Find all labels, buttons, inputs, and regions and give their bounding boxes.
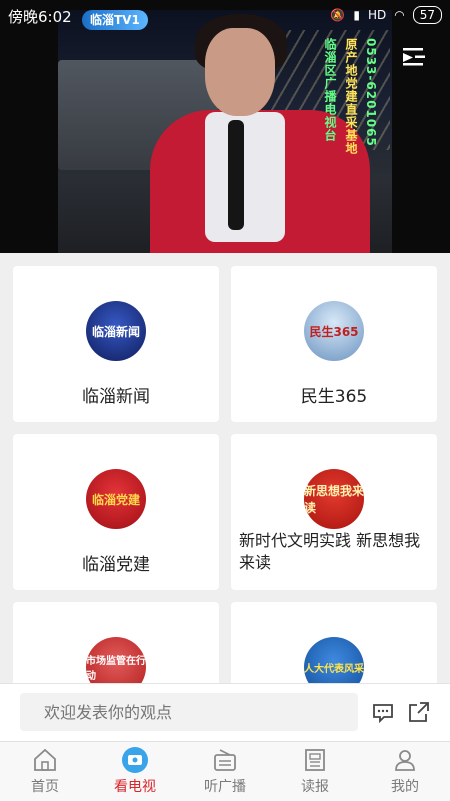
battery-icon: 57 xyxy=(412,6,442,24)
program-title: 临淄党建 xyxy=(82,555,150,575)
program-title: 新时代文明实践 新思想我来读 xyxy=(239,531,421,572)
microphone xyxy=(228,120,244,230)
tab-label: 看电视 xyxy=(114,779,156,795)
tab-watch-tv[interactable]: 看电视 xyxy=(90,742,180,801)
comment-input[interactable] xyxy=(20,693,358,731)
profile-icon xyxy=(391,746,419,774)
market-supervision-logo: 市场监管在行动 xyxy=(86,637,146,683)
tab-label: 读报 xyxy=(301,779,329,795)
program-card-civilization-practice[interactable]: 新思想我来读 新时代文明实践 新思想我来读 xyxy=(231,434,437,590)
tab-label: 首页 xyxy=(31,779,59,795)
program-card-deputy[interactable]: 人大代表风采 xyxy=(231,602,437,683)
tv-icon xyxy=(121,746,149,774)
new-thought-logo: 新思想我来读 xyxy=(304,469,364,529)
radio-icon xyxy=(211,746,239,774)
reporter-scarf xyxy=(205,112,285,242)
status-bar: 傍晚6:02 🔕 ▮ HD ◠ 57 xyxy=(0,0,450,32)
network-label: HD xyxy=(367,8,387,22)
caption-program: 原产地党建直采基地 xyxy=(344,38,358,155)
tab-newspaper[interactable]: 读报 xyxy=(270,742,360,801)
status-icons: 🔕 ▮ HD ◠ 57 xyxy=(330,6,442,24)
linzi-news-logo: 临淄新闻 xyxy=(86,301,146,361)
bottom-tab-bar: 首页 看电视 听广播 读报 我的 xyxy=(0,741,450,801)
program-card-linzi-party[interactable]: 临淄党建 临淄党建 xyxy=(13,434,219,590)
wifi-icon: ◠ xyxy=(394,8,405,22)
program-title: 临淄新闻 xyxy=(82,387,150,407)
comment-icon[interactable] xyxy=(372,702,394,724)
party-building-logo: 临淄党建 xyxy=(86,469,146,529)
mute-icon: 🔕 xyxy=(330,8,346,22)
tab-home[interactable]: 首页 xyxy=(0,742,90,801)
tab-label: 听广播 xyxy=(204,779,246,795)
comment-bar xyxy=(0,683,450,742)
video-caption: 临淄区广播电视台 原产地党建直采基地 0533-6201065 xyxy=(322,38,382,155)
signal-icon: ▮ xyxy=(353,8,360,22)
deputy-logo: 人大代表风采 xyxy=(304,637,364,683)
program-card-market-supervision[interactable]: 市场监管在行动 xyxy=(13,602,219,683)
caption-phone: 0533-6201065 xyxy=(364,38,378,147)
program-card-minsheng-365[interactable]: 民生365 民生365 xyxy=(231,266,437,422)
playlist-icon[interactable] xyxy=(398,40,430,72)
tab-label: 我的 xyxy=(391,779,419,795)
minsheng-logo: 民生365 xyxy=(304,301,364,361)
tab-radio[interactable]: 听广播 xyxy=(180,742,270,801)
status-time: 傍晚6:02 xyxy=(8,8,72,26)
program-title: 民生365 xyxy=(300,387,368,407)
tab-mine[interactable]: 我的 xyxy=(360,742,450,801)
caption-station: 临淄区广播电视台 xyxy=(323,38,337,142)
reporter-face xyxy=(205,28,275,116)
program-grid: 临淄新闻 临淄新闻 民生365 民生365 临淄党建 临淄党建 新思想我来读 新… xyxy=(0,253,450,683)
program-card-linzi-news[interactable]: 临淄新闻 临淄新闻 xyxy=(13,266,219,422)
share-icon[interactable] xyxy=(408,701,430,723)
home-icon xyxy=(31,746,59,774)
newspaper-icon xyxy=(301,746,329,774)
video-player[interactable]: 临淄TV1 临淄区广播电视台 原产地党建直采基地 0533-6201065 傍晚… xyxy=(0,0,450,253)
